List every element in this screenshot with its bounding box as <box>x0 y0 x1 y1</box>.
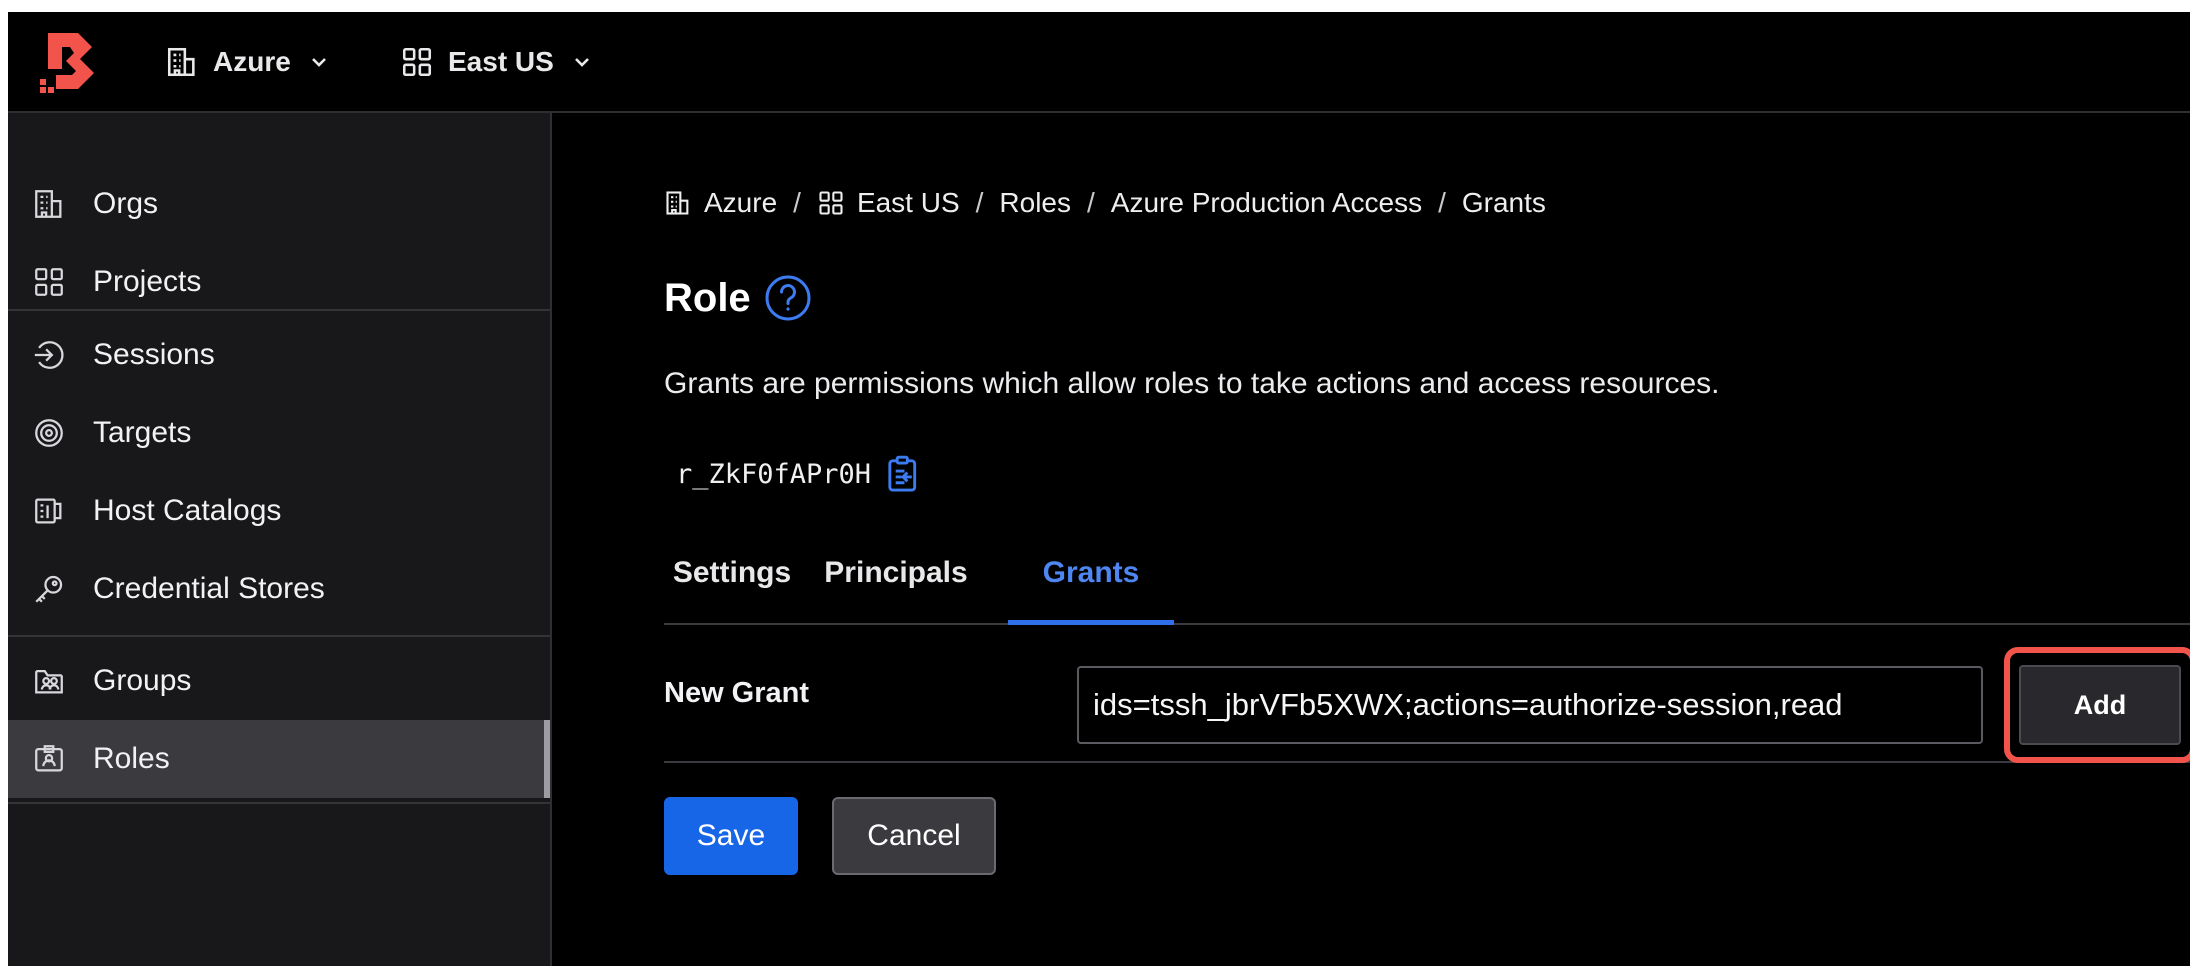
question-circle-icon[interactable] <box>763 273 813 323</box>
scope-project-selector[interactable]: East US <box>400 12 592 111</box>
grid-icon <box>35 268 63 296</box>
tab-grants[interactable]: Grants <box>1008 523 1174 625</box>
users-icon <box>35 669 63 694</box>
role-id-copy: r_ZkF0fAPr0H <box>676 455 921 493</box>
sidebar-item-label: Roles <box>93 742 170 775</box>
sidebar-item-label: Projects <box>93 265 202 298</box>
app-window: Azure East US Orgs Projects Sessions Tar… <box>8 12 2190 966</box>
breadcrumb-separator: / <box>793 187 801 218</box>
target-icon <box>35 419 63 447</box>
tab-settings[interactable]: Settings <box>664 523 800 623</box>
grid-icon <box>402 47 432 76</box>
grid-icon <box>819 191 843 215</box>
sidebar-item-credential-stores[interactable]: Credential Stores <box>8 550 550 628</box>
id-badge-icon <box>35 745 63 772</box>
sidebar-item-host-catalogs[interactable]: Host Catalogs <box>8 472 550 550</box>
breadcrumb-org[interactable]: Azure <box>664 187 777 219</box>
sidebar-item-label: Orgs <box>93 187 159 220</box>
breadcrumb-separator: / <box>1087 187 1095 218</box>
breadcrumb-project[interactable]: East US <box>817 187 960 219</box>
tab-principals[interactable]: Principals <box>810 523 982 623</box>
scope-project-label: East US <box>448 45 554 77</box>
key-icon <box>35 575 63 603</box>
sign-in-icon <box>34 341 64 369</box>
building-icon <box>666 191 689 215</box>
sidebar-item-label: Sessions <box>93 338 215 371</box>
building-icon <box>35 190 62 218</box>
sidebar-item-sessions[interactable]: Sessions <box>8 316 550 394</box>
page-header: Role <box>664 273 813 323</box>
cancel-button[interactable]: Cancel <box>832 797 996 875</box>
add-grant-button[interactable]: Add <box>2019 665 2181 745</box>
clipboard-copy-icon[interactable] <box>885 455 921 493</box>
breadcrumb-grants[interactable]: Grants <box>1462 187 1546 219</box>
tab-bar: Settings Principals Grants <box>664 523 2190 625</box>
page-description: Grants are permissions which allow roles… <box>664 367 1720 400</box>
catalog-icon <box>35 498 62 524</box>
scope-org-label: Azure <box>213 45 291 77</box>
sidebar-item-roles[interactable]: Roles <box>8 720 550 798</box>
boundary-logo[interactable] <box>38 29 100 93</box>
breadcrumb-roles[interactable]: Roles <box>999 187 1071 219</box>
form-actions: Save Cancel <box>664 797 996 875</box>
sidebar-item-targets[interactable]: Targets <box>8 394 550 472</box>
main-content: Azure / East US / Roles / Azure Producti… <box>552 113 2190 966</box>
sidebar-divider <box>8 802 550 804</box>
chevron-down-icon <box>311 57 326 67</box>
building-icon <box>167 47 195 76</box>
sidebar-item-label: Credential Stores <box>93 572 325 605</box>
breadcrumb: Azure / East US / Roles / Azure Producti… <box>664 187 1546 219</box>
breadcrumb-label: Azure <box>704 187 778 218</box>
breadcrumb-role[interactable]: Azure Production Access <box>1111 187 1422 219</box>
new-grant-input[interactable] <box>1077 666 1983 744</box>
new-grant-row: New Grant Add <box>664 625 2190 763</box>
role-id: r_ZkF0fAPr0H <box>676 458 872 490</box>
chevron-down-icon <box>574 57 589 67</box>
page-title: Role <box>664 275 751 320</box>
sidebar-item-orgs[interactable]: Orgs <box>8 165 550 243</box>
sidebar-divider <box>8 635 550 637</box>
sidebar-divider <box>8 309 550 311</box>
sidebar-item-label: Groups <box>93 664 192 697</box>
sidebar-item-groups[interactable]: Groups <box>8 642 550 720</box>
sidebar: Orgs Projects Sessions Targets Host Cata… <box>8 113 552 966</box>
sidebar-item-label: Targets <box>93 416 192 449</box>
new-grant-label: New Grant <box>664 677 810 709</box>
sidebar-item-label: Host Catalogs <box>93 494 282 527</box>
breadcrumb-separator: / <box>1438 187 1446 218</box>
breadcrumb-separator: / <box>975 187 984 218</box>
top-bar: Azure East US <box>8 12 2190 113</box>
breadcrumb-label: East US <box>856 187 960 218</box>
scope-org-selector[interactable]: Azure <box>165 12 329 111</box>
save-button[interactable]: Save <box>664 797 798 875</box>
